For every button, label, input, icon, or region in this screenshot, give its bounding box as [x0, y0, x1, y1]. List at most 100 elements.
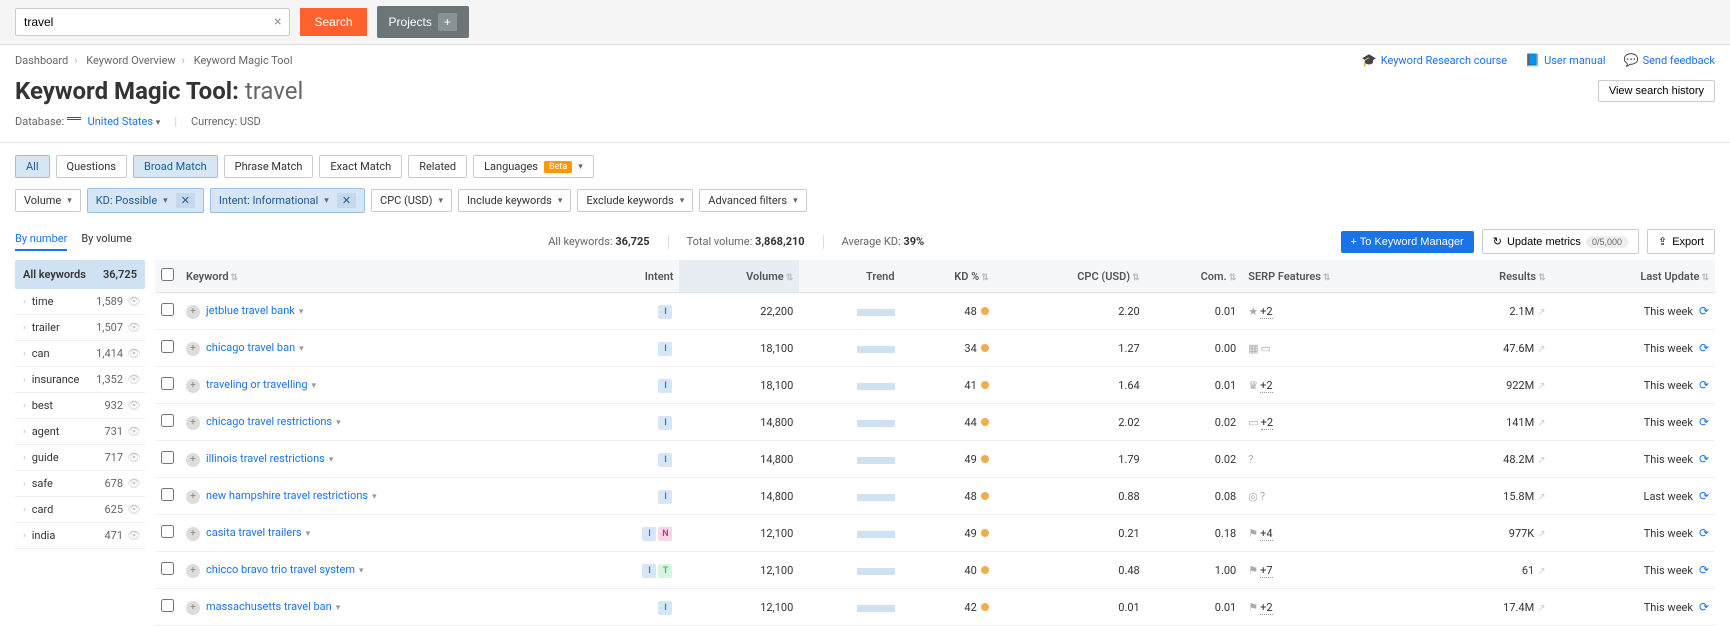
col-last-update[interactable]: Last Update⇅ [1552, 260, 1715, 293]
keyword-cell[interactable]: +chicago travel ban▾ [180, 330, 590, 367]
sidebar-item-time[interactable]: ›time1,589👁 [15, 289, 145, 315]
refresh-icon[interactable]: ⟳ [1699, 415, 1709, 429]
add-icon[interactable]: + [186, 342, 200, 356]
refresh-icon[interactable]: ⟳ [1699, 378, 1709, 392]
sidebar-item-card[interactable]: ›card625👁 [15, 497, 145, 523]
serp-more[interactable]: +2 [1260, 305, 1272, 319]
keyword-cell[interactable]: +jetblue travel bank▾ [180, 293, 590, 330]
keyword-cell[interactable]: +new hampshire travel restrictions▾ [180, 478, 590, 515]
add-icon[interactable]: + [186, 416, 200, 430]
refresh-icon[interactable]: ⟳ [1699, 304, 1709, 318]
projects-button[interactable]: Projects + [377, 6, 469, 38]
close-icon[interactable]: ✕ [176, 193, 195, 208]
serp-more[interactable]: +2 [1260, 379, 1272, 393]
tab-by-volume[interactable]: By volume [81, 232, 132, 251]
chevron-down-icon[interactable]: ▾ [329, 455, 334, 465]
chevron-down-icon[interactable]: ▾ [372, 492, 377, 502]
refresh-icon[interactable]: ⟳ [1699, 563, 1709, 577]
col-trend[interactable]: Trend [799, 260, 900, 293]
chevron-down-icon[interactable]: ▾ [299, 307, 304, 317]
serp-more[interactable]: +4 [1260, 527, 1272, 541]
user-manual-link[interactable]: 📘User manual [1525, 53, 1605, 67]
crumb-0[interactable]: Dashboard [15, 54, 68, 67]
external-icon[interactable]: ↗ [1537, 455, 1545, 466]
export-button[interactable]: ⇪Export [1647, 229, 1715, 254]
languages-dropdown[interactable]: LanguagesBeta▾ [473, 155, 594, 178]
keyword-cell[interactable]: +casita travel trailers▾ [180, 515, 590, 552]
refresh-icon[interactable]: ⟳ [1699, 489, 1709, 503]
filter-advanced[interactable]: Advanced filters▾ [699, 189, 806, 212]
row-checkbox[interactable] [161, 599, 174, 612]
filter-volume[interactable]: Volume▾ [15, 189, 81, 212]
external-icon[interactable]: ↗ [1537, 418, 1545, 429]
match-tab-exact-match[interactable]: Exact Match [319, 155, 402, 178]
sidebar-item-guide[interactable]: ›guide717👁 [15, 445, 145, 471]
match-tab-broad-match[interactable]: Broad Match [133, 155, 218, 178]
add-icon[interactable]: + [186, 379, 200, 393]
eye-icon[interactable]: 👁 [127, 477, 141, 490]
eye-icon[interactable]: 👁 [127, 529, 141, 542]
eye-icon[interactable]: 👁 [127, 425, 141, 438]
keyword-cell[interactable]: +chicco bravo trio travel system▾ [180, 552, 590, 589]
row-checkbox[interactable] [161, 303, 174, 316]
sidebar-item-insurance[interactable]: ›insurance1,352👁 [15, 367, 145, 393]
tab-by-number[interactable]: By number [15, 232, 67, 251]
filter-include[interactable]: Include keywords▾ [458, 189, 571, 212]
refresh-icon[interactable]: ⟳ [1699, 341, 1709, 355]
row-checkbox[interactable] [161, 451, 174, 464]
col-keyword[interactable]: Keyword⇅ [180, 260, 590, 293]
clear-icon[interactable]: × [266, 14, 289, 30]
search-input[interactable] [16, 9, 266, 35]
sidebar-item-safe[interactable]: ›safe678👁 [15, 471, 145, 497]
match-tab-related[interactable]: Related [408, 155, 467, 178]
chevron-down-icon[interactable]: ▾ [336, 603, 341, 613]
col-results[interactable]: Results⇅ [1433, 260, 1551, 293]
row-checkbox[interactable] [161, 488, 174, 501]
close-icon[interactable]: ✕ [337, 193, 356, 208]
col-intent[interactable]: Intent [590, 260, 679, 293]
filter-cpc[interactable]: CPC (USD)▾ [371, 189, 452, 212]
view-search-history-button[interactable]: View search history [1598, 80, 1715, 102]
add-icon[interactable]: + [186, 564, 200, 578]
col-kd[interactable]: KD %⇅ [901, 260, 995, 293]
refresh-icon[interactable]: ⟳ [1699, 452, 1709, 466]
col-cpc[interactable]: CPC (USD)⇅ [995, 260, 1146, 293]
col-com[interactable]: Com.⇅ [1146, 260, 1243, 293]
row-checkbox[interactable] [161, 377, 174, 390]
research-course-link[interactable]: 🎓Keyword Research course [1362, 53, 1507, 67]
keyword-cell[interactable]: +illinois travel restrictions▾ [180, 441, 590, 478]
match-tab-all[interactable]: All [15, 155, 50, 178]
keyword-cell[interactable]: +massachusetts travel ban▾ [180, 589, 590, 626]
external-icon[interactable]: ↗ [1537, 492, 1545, 503]
add-icon[interactable]: + [186, 601, 200, 615]
row-checkbox[interactable] [161, 340, 174, 353]
search-button[interactable]: Search [300, 8, 366, 36]
send-feedback-link[interactable]: 💬Send feedback [1624, 53, 1715, 67]
row-checkbox[interactable] [161, 562, 174, 575]
row-checkbox[interactable] [161, 414, 174, 427]
match-tab-questions[interactable]: Questions [56, 155, 127, 178]
sidebar-item-trailer[interactable]: ›trailer1,507👁 [15, 315, 145, 341]
eye-icon[interactable]: 👁 [127, 399, 141, 412]
crumb-1[interactable]: Keyword Overview [86, 54, 175, 67]
eye-icon[interactable]: 👁 [127, 295, 141, 308]
col-serp[interactable]: SERP Features⇅ [1242, 260, 1433, 293]
eye-icon[interactable]: 👁 [127, 451, 141, 464]
database-country[interactable]: United States ▾ [88, 115, 161, 128]
refresh-icon[interactable]: ⟳ [1699, 600, 1709, 614]
serp-more[interactable]: +2 [1261, 416, 1273, 430]
add-icon[interactable]: + [186, 527, 200, 541]
eye-icon[interactable]: 👁 [127, 347, 141, 360]
select-all-checkbox[interactable] [161, 268, 174, 281]
external-icon[interactable]: ↗ [1537, 344, 1545, 355]
filter-intent[interactable]: Intent: Informational▾✕ [210, 188, 365, 213]
sidebar-item-agent[interactable]: ›agent731👁 [15, 419, 145, 445]
row-checkbox[interactable] [161, 525, 174, 538]
sidebar-item-india[interactable]: ›india471👁 [15, 523, 145, 549]
refresh-icon[interactable]: ⟳ [1699, 526, 1709, 540]
col-volume[interactable]: Volume⇅ [679, 260, 799, 293]
sidebar-all-keywords[interactable]: All keywords 36,725 [15, 260, 145, 289]
external-icon[interactable]: ↗ [1537, 307, 1545, 318]
add-icon[interactable]: + [186, 490, 200, 504]
external-icon[interactable]: ↗ [1537, 529, 1545, 540]
